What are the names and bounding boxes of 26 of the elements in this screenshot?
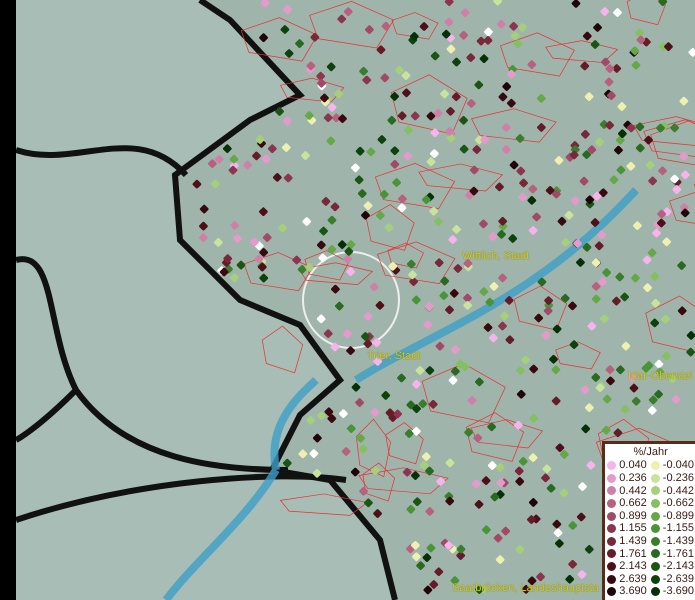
legend-value: 1.155 bbox=[619, 522, 647, 536]
legend-value: -1.155 bbox=[662, 522, 694, 536]
legend-value: 0.236 bbox=[619, 472, 647, 485]
legend-value: 2.639 bbox=[619, 572, 647, 586]
legend-value: 3.690 bbox=[619, 585, 647, 598]
legend-value: -1.761 bbox=[662, 548, 694, 560]
legend-value: -1.439 bbox=[662, 535, 694, 548]
legend-value: 1.761 bbox=[619, 548, 647, 560]
legend-value: -0.442 bbox=[662, 484, 694, 498]
place-label: Trier, Stadt bbox=[367, 350, 420, 362]
legend-value: -0.040 bbox=[662, 459, 694, 472]
legend-value: -0.236 bbox=[662, 472, 694, 485]
legend-value: 0.040 bbox=[619, 459, 647, 472]
legend-title: %/Jahr bbox=[632, 446, 669, 458]
legend-value: 2.143 bbox=[619, 560, 647, 573]
legend-value: 0.899 bbox=[619, 510, 647, 522]
legend-value: -0.662 bbox=[662, 497, 694, 510]
legend-value: 0.662 bbox=[619, 497, 647, 510]
legend-value: 1.439 bbox=[619, 535, 647, 548]
place-label: Idar-Oberstei bbox=[628, 370, 692, 382]
legend-value: 0.442 bbox=[619, 484, 647, 498]
legend-value: -3.690 bbox=[662, 585, 694, 598]
legend-value: -2.639 bbox=[662, 572, 694, 586]
place-label: Wittlich, Stadt bbox=[462, 250, 530, 262]
legend-value: -2.143 bbox=[662, 560, 694, 573]
legend-value: -0.899 bbox=[662, 510, 694, 522]
